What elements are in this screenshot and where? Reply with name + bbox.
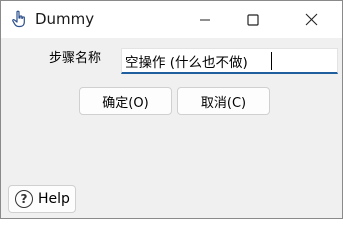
hand-pointer-icon xyxy=(10,10,28,28)
question-mark-icon: ? xyxy=(15,190,33,208)
help-button[interactable]: ? Help xyxy=(8,185,76,213)
ok-button[interactable]: 确定(O) xyxy=(79,87,172,115)
step-name-input[interactable] xyxy=(121,48,338,74)
close-button[interactable] xyxy=(288,1,334,38)
help-label: Help xyxy=(38,191,70,207)
minimize-icon xyxy=(200,19,210,20)
step-name-label: 步骤名称 xyxy=(49,51,102,66)
maximize-button[interactable] xyxy=(230,1,276,38)
minimize-button[interactable] xyxy=(182,1,228,38)
close-icon xyxy=(305,13,317,26)
window-title: Dummy xyxy=(35,10,95,28)
dialog-window: Dummy 步骤名称 确定(O) 取消(C) ? Help xyxy=(0,0,343,219)
cancel-button[interactable]: 取消(C) xyxy=(177,87,270,115)
title-bar[interactable]: Dummy xyxy=(1,1,342,38)
maximize-icon xyxy=(247,13,259,26)
text-caret xyxy=(271,52,272,70)
